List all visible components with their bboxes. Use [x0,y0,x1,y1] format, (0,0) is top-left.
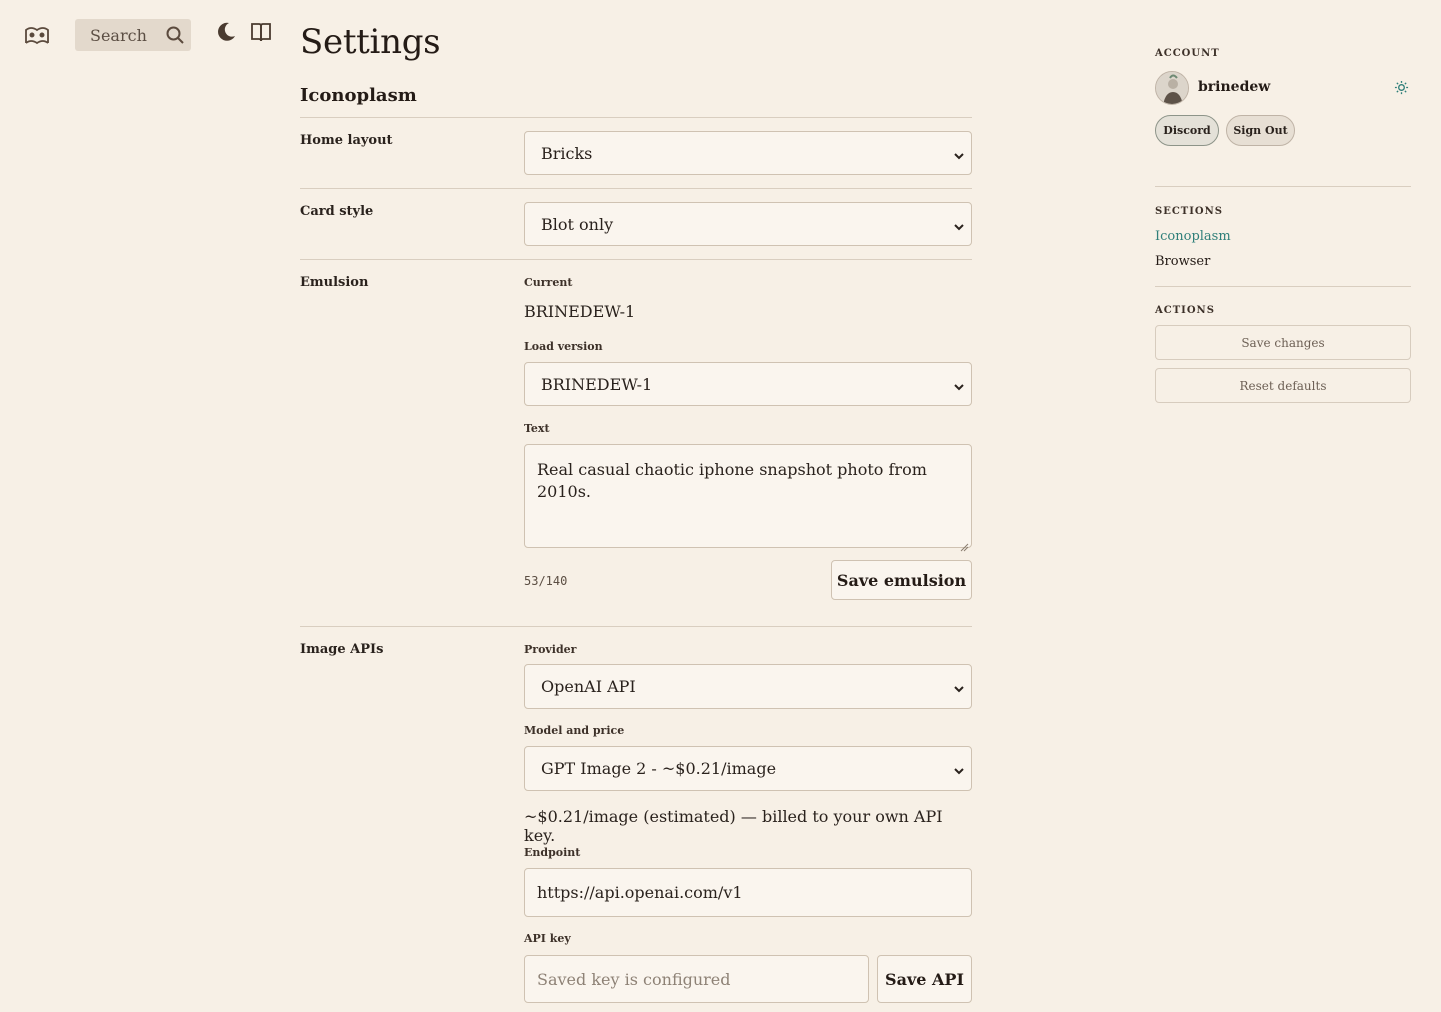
current-emulsion-value: BRINEDEW-1 [524,302,636,321]
account-heading: ACCOUNT [1155,48,1220,59]
gear-icon[interactable] [1394,80,1409,95]
load-version-value: BRINEDEW-1 [541,374,653,394]
endpoint-input[interactable]: https://api.openai.com/v1 [524,868,972,917]
price-note: ~$0.21/image (estimated) — billed to you… [524,807,943,845]
discord-button[interactable]: Discord [1155,115,1219,146]
logo-icon[interactable] [24,24,50,46]
divider [1155,286,1411,287]
resize-handle-icon[interactable] [960,536,969,552]
model-value: GPT Image 2 - ~$0.21/image [541,759,777,778]
section-link-iconoplasm[interactable]: Iconoplasm [1155,229,1231,244]
card-style-select[interactable]: Blot only [524,202,972,246]
moon-icon[interactable] [215,21,237,43]
api-key-input[interactable]: Saved key is configured [524,955,869,1003]
chevron-down-icon [953,680,965,693]
divider [300,626,972,627]
provider-value: OpenAI API [541,677,636,696]
home-layout-value: Bricks [541,143,593,163]
model-label: Model and price [524,724,625,737]
card-style-value: Blot only [541,214,614,234]
chevron-down-icon [953,147,965,160]
provider-select[interactable]: OpenAI API [524,664,972,709]
chevron-down-icon [953,218,965,231]
avatar[interactable] [1155,71,1189,105]
divider [300,188,972,189]
book-icon[interactable] [250,21,272,43]
load-version-select[interactable]: BRINEDEW-1 [524,362,972,406]
current-label: Current [524,276,573,289]
search-icon [165,25,185,45]
api-key-label: API key [524,932,571,945]
divider [1155,186,1411,187]
section-title: Iconoplasm [300,85,417,106]
home-layout-label: Home layout [300,133,393,148]
sections-heading: SECTIONS [1155,206,1223,217]
sign-out-button[interactable]: Sign Out [1226,115,1295,146]
search-button[interactable]: Search [75,19,191,51]
search-label: Search [90,25,147,45]
save-emulsion-button[interactable]: Save emulsion [831,560,972,600]
text-label: Text [524,422,550,435]
api-key-placeholder: Saved key is configured [537,969,731,989]
chevron-down-icon [953,378,965,391]
image-apis-label: Image APIs [300,642,384,657]
save-changes-button[interactable]: Save changes [1155,325,1411,360]
page-title: Settings [300,22,441,62]
emulsion-label: Emulsion [300,275,369,290]
save-api-button[interactable]: Save API [877,955,972,1003]
endpoint-label: Endpoint [524,846,581,859]
card-style-label: Card style [300,204,374,219]
load-version-label: Load version [524,340,603,353]
home-layout-select[interactable]: Bricks [524,131,972,175]
emulsion-text-value: Real casual chaotic iphone snapshot phot… [537,460,927,502]
reset-defaults-button[interactable]: Reset defaults [1155,368,1411,403]
emulsion-text-area[interactable]: Real casual chaotic iphone snapshot phot… [524,444,972,552]
divider [300,117,972,118]
username: brinedew [1198,79,1271,95]
actions-heading: ACTIONS [1155,305,1215,316]
char-counter: 53/140 [524,574,568,588]
endpoint-value: https://api.openai.com/v1 [537,883,743,902]
section-link-browser[interactable]: Browser [1155,254,1210,269]
model-select[interactable]: GPT Image 2 - ~$0.21/image [524,746,972,791]
provider-label: Provider [524,643,577,656]
chevron-down-icon [953,762,965,775]
divider [300,259,972,260]
